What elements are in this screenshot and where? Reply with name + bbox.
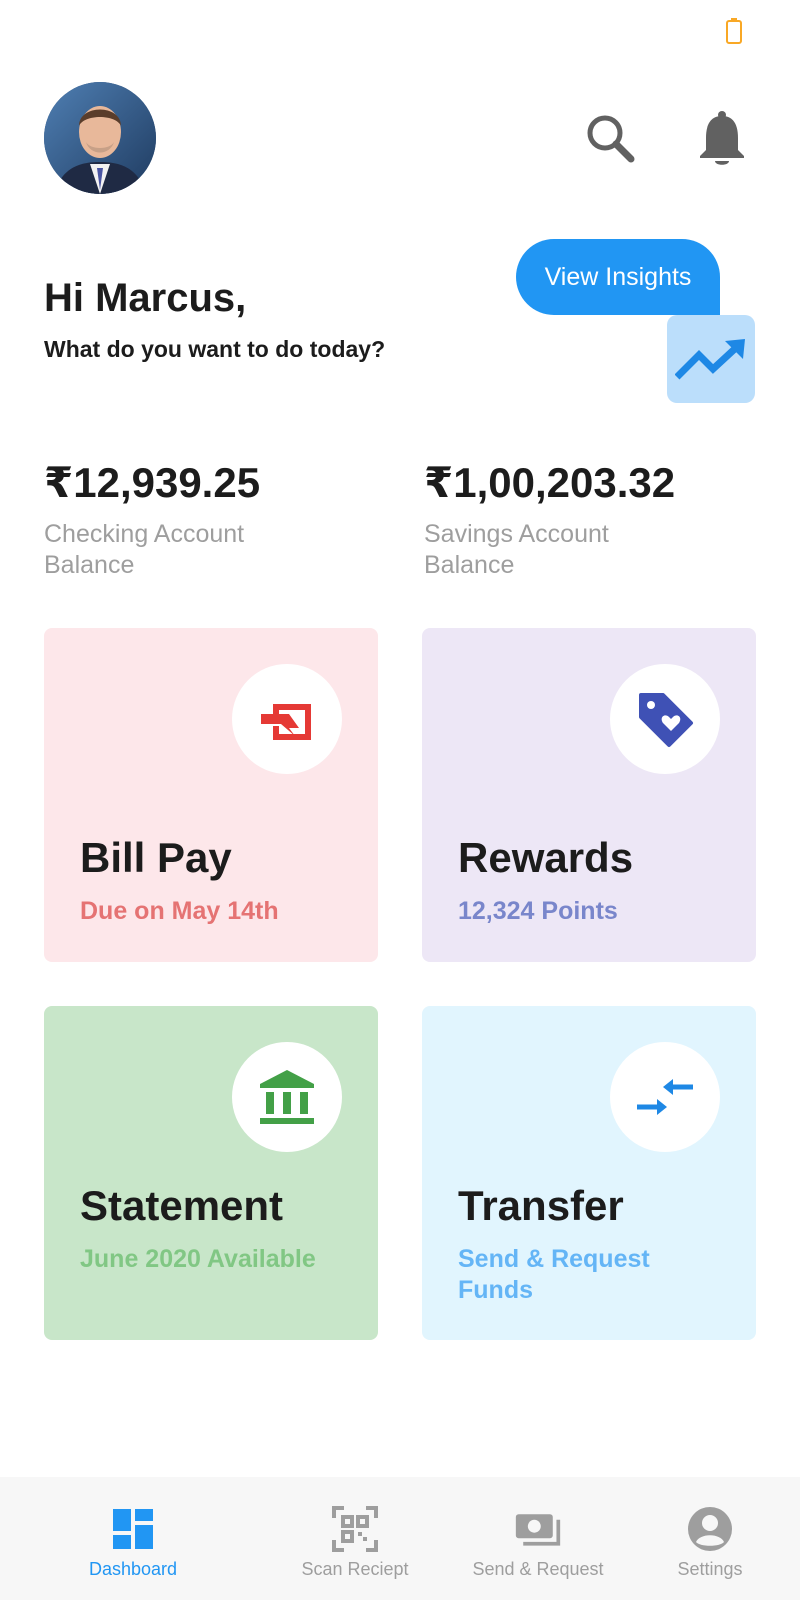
greeting-subtitle: What do you want to do today? [44,336,386,362]
card-subtitle: Send & Request Funds [458,1245,650,1304]
trending-up-icon[interactable] [667,315,755,403]
savings-balance: ₹1,00,203.32 Savings Account Balance [424,458,675,581]
card-title: Statement [80,1182,284,1229]
dashboard-icon [109,1505,157,1553]
avatar[interactable] [44,82,156,194]
bell-icon[interactable] [694,106,750,172]
bottom-nav: Dashboard Scan Reciept Send & Request Se… [0,1477,800,1600]
view-insights-button[interactable]: View Insights [516,239,720,315]
rewards-card[interactable]: Rewards 12,324 Points [422,628,756,962]
savings-label: Savings Account Balance [424,520,609,579]
nav-label: Dashboard [88,1559,178,1579]
nav-item-settings[interactable]: Settings [660,1477,760,1600]
account-circle-icon [686,1505,734,1553]
nav-label: Settings [677,1559,743,1579]
card-title: Bill Pay [80,834,232,881]
checking-amount: ₹12,939.25 [44,459,261,506]
savings-amount: ₹1,00,203.32 [424,459,676,506]
statement-card[interactable]: Statement June 2020 Available [44,1006,378,1340]
checking-label: Checking Account Balance [44,520,245,579]
nav-item-scan-receipt[interactable]: Scan Reciept [280,1477,430,1600]
nav-item-dashboard[interactable]: Dashboard [70,1477,196,1600]
greeting-title: Hi Marcus, [44,276,247,320]
nav-label: Scan Reciept [301,1559,409,1579]
bank-icon [232,1042,342,1152]
transfer-card[interactable]: Transfer Send & Request Funds [422,1006,756,1340]
card-title: Rewards [458,834,634,881]
card-subtitle: 12,324 Points [458,897,618,925]
bill-pay-card[interactable]: Bill Pay Due on May 14th [44,628,378,962]
checking-balance: ₹12,939.25 Checking Account Balance [44,458,284,581]
nav-item-send-request[interactable]: Send & Request [458,1477,618,1600]
card-subtitle: June 2020 Available [80,1245,316,1273]
bill-icon [232,664,342,774]
card-subtitle: Due on May 14th [80,897,279,925]
tag-heart-icon [610,664,720,774]
transfer-arrows-icon [610,1042,720,1152]
battery-icon [726,18,742,44]
qr-scan-icon [331,1505,379,1553]
search-icon[interactable] [580,108,640,168]
card-title: Transfer [458,1182,624,1229]
money-icon [514,1505,562,1553]
nav-label: Send & Request [472,1559,604,1579]
